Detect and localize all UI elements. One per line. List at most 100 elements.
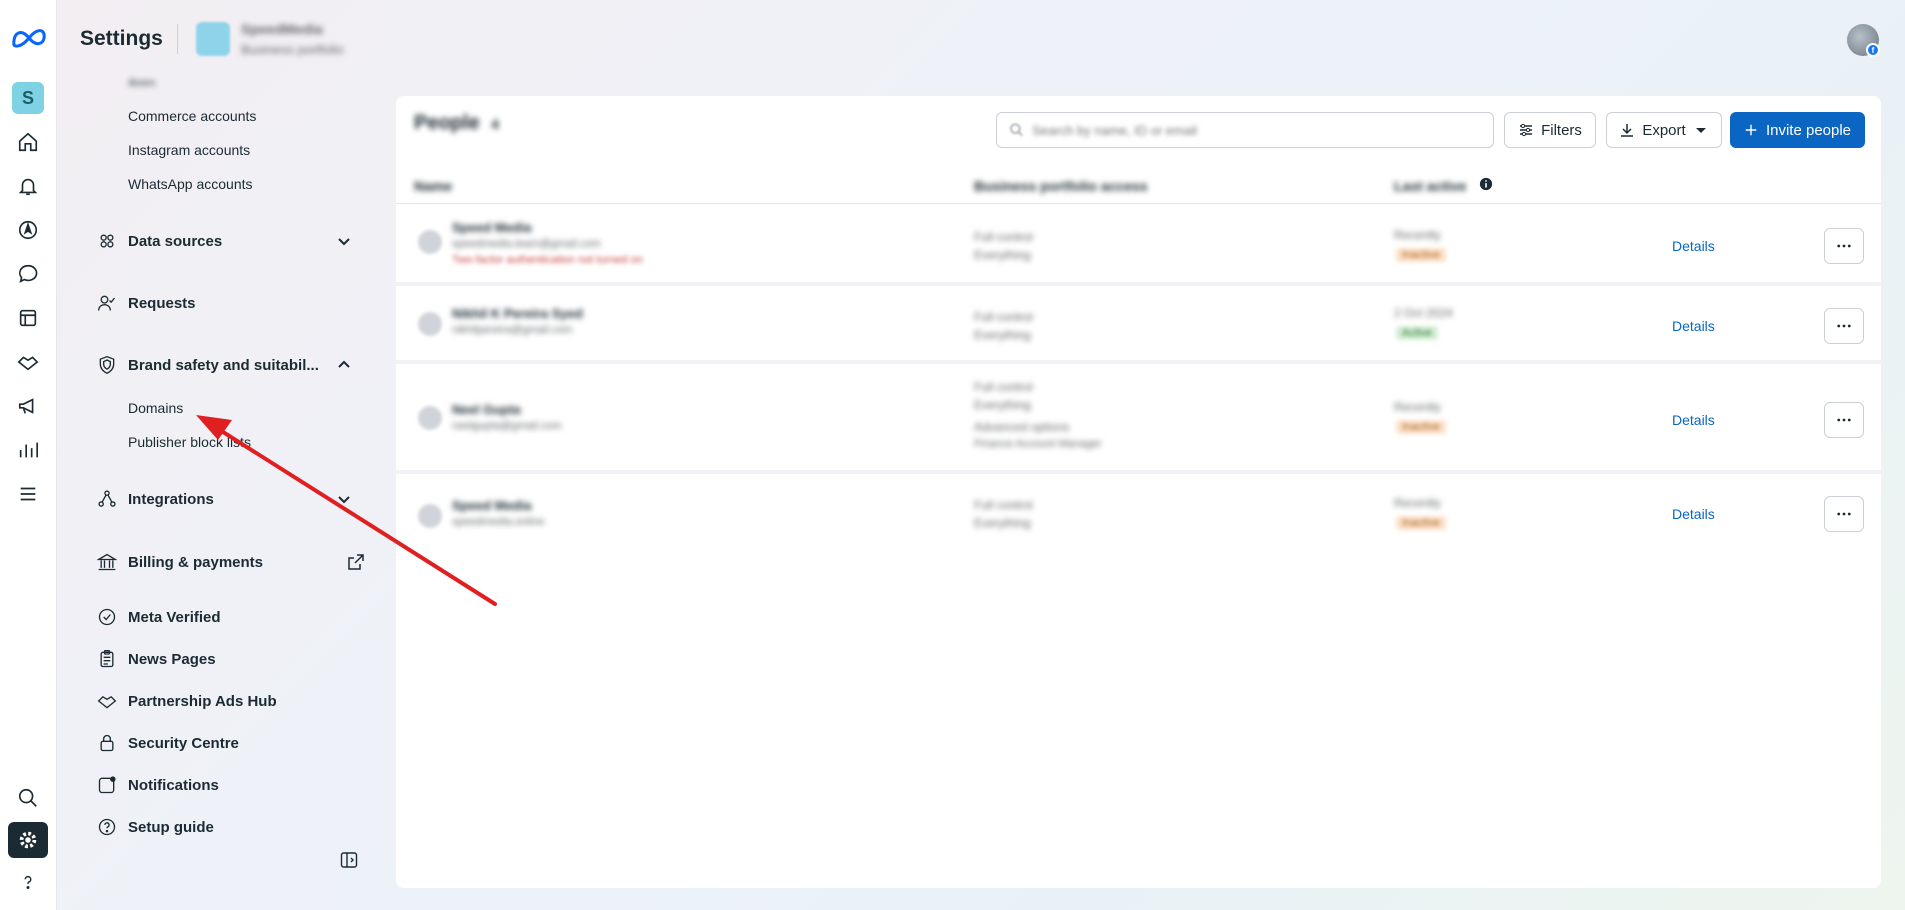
facebook-badge-icon: f [1866,43,1880,57]
status-badge: Inactive [1396,420,1446,434]
more-options-button[interactable] [1824,228,1864,264]
sidebar-item-meta-verified[interactable]: Meta Verified [96,604,221,630]
access-level: Full control [974,310,1033,324]
people-panel: People 4 Filters Export Invite people Na… [396,96,1881,888]
notification-square-icon [96,774,118,796]
more-options-button[interactable] [1824,496,1864,532]
sidebar-item-brand-safety[interactable]: Brand safety and suitabil... [96,352,319,378]
avatar [418,312,442,336]
person-name[interactable]: Nikhil K Pereira Syed [452,306,583,321]
question-circle-icon [96,816,118,838]
export-label: Export [1642,121,1686,139]
person-email: nikhilpereira@gmail.com [452,324,573,336]
chat-icon[interactable] [14,260,42,288]
filters-label: Filters [1541,121,1582,139]
details-link[interactable]: Details [1672,318,1715,334]
more-options-button[interactable] [1824,308,1864,344]
portfolio-name[interactable]: SpeedMedia [241,21,323,37]
sidebar-sub-instagram-accounts[interactable]: Instagram accounts [128,142,250,158]
search-input[interactable] [1032,122,1493,138]
sidebar-sub-publisher-block-lists[interactable]: Publisher block lists [128,434,251,450]
access-scope: Everything [974,516,1031,530]
access-advanced-role: Finance Account Manager [974,438,1102,450]
column-access[interactable]: Business portfolio access [974,178,1148,194]
people-title-text: People [414,112,480,134]
compass-icon[interactable] [14,216,42,244]
ellipsis-icon [1837,324,1851,328]
more-options-button[interactable] [1824,402,1864,438]
sidebar-sub-whatsapp-accounts[interactable]: WhatsApp accounts [128,176,253,192]
settings-gear-button[interactable] [8,822,48,858]
sidebar-item-data-sources[interactable]: Data sources [96,228,222,254]
handshake-icon[interactable] [14,348,42,376]
column-last-active[interactable]: Last active [1394,178,1466,194]
verified-badge-icon [96,606,118,628]
details-link[interactable]: Details [1672,506,1715,522]
person-name[interactable]: Neel Gupta [452,402,521,417]
menu-icon[interactable] [14,480,42,508]
sidebar-item-news-pages[interactable]: News Pages [96,646,216,672]
table-header: Name Business portfolio access Last acti… [396,166,1881,204]
lock-icon [96,732,118,754]
help-icon[interactable] [14,868,42,896]
sidebar-item-label: Requests [128,294,196,312]
search-icon[interactable] [14,784,42,812]
sidebar-sub-commerce-accounts[interactable]: Commerce accounts [128,108,256,124]
person-name[interactable]: Speed Media [452,498,531,513]
home-icon[interactable] [14,128,42,156]
chevron-down-icon[interactable] [336,491,352,507]
sidebar-item-notifications[interactable]: Notifications [96,772,219,798]
sidebar-item-label: Partnership Ads Hub [128,692,277,710]
sidebar-item-label: Brand safety and suitabil... [128,356,319,374]
plus-icon [1745,124,1757,136]
sidebar-item-setup-guide[interactable]: Setup guide [96,814,214,840]
person-email: speedmedia.team@gmail.com [452,238,601,250]
people-count: 4 [491,116,499,132]
sidebar-item-label: Data sources [128,232,223,250]
avatar [418,504,442,528]
last-active: Recently [1394,400,1441,414]
person-name[interactable]: Speed Media [452,220,531,235]
external-link-icon[interactable] [347,553,365,571]
shield-icon [96,354,118,376]
status-badge: Inactive [1396,516,1446,530]
search-box[interactable] [996,112,1494,148]
integrations-icon [96,488,118,510]
last-active: Recently [1394,496,1441,510]
chevron-down-icon[interactable] [336,233,352,249]
invite-people-button[interactable]: Invite people [1730,112,1865,148]
details-link[interactable]: Details [1672,238,1715,254]
bank-icon [96,551,118,573]
bar-chart-icon[interactable] [14,436,42,464]
megaphone-icon[interactable] [14,392,42,420]
sidebar-item-security-centre[interactable]: Security Centre [96,730,239,756]
person-email: speedmedia.online [452,516,545,528]
sidebar-item-partnership-ads[interactable]: Partnership Ads Hub [96,688,277,714]
collapse-sidebar-icon[interactable] [340,851,358,869]
details-link[interactable]: Details [1672,412,1715,428]
info-icon[interactable] [1479,177,1493,191]
column-name[interactable]: Name [414,178,452,194]
sidebar-item-integrations[interactable]: Integrations [96,486,214,512]
filters-button[interactable]: Filters [1504,112,1596,148]
portfolio-thumbnail[interactable] [196,22,230,56]
table-row: Nikhil K Pereira Syed nikhilpereira@gmai… [396,286,1881,364]
business-avatar[interactable]: S [12,82,44,114]
table-row: Speed Media speedmedia.team@gmail.com Tw… [396,206,1881,286]
export-button[interactable]: Export [1606,112,1722,148]
sidebar-item-billing[interactable]: Billing & payments [96,549,263,575]
sidebar-item-requests[interactable]: Requests [96,290,196,316]
sidebar-sub-apps[interactable]: Apps [128,76,155,86]
chevron-up-icon[interactable] [336,357,352,373]
bell-icon[interactable] [14,172,42,200]
access-level: Full control [974,230,1033,244]
pages-icon[interactable] [14,304,42,332]
access-scope: Everything [974,328,1031,342]
download-icon [1621,124,1634,137]
handshake-icon [96,690,118,712]
sidebar-sub-domains[interactable]: Domains [128,400,183,416]
status-badge: Inactive [1396,248,1446,262]
clipboard-icon [96,648,118,670]
meta-logo-icon[interactable] [10,24,48,52]
sidebar-item-label: News Pages [128,650,216,668]
